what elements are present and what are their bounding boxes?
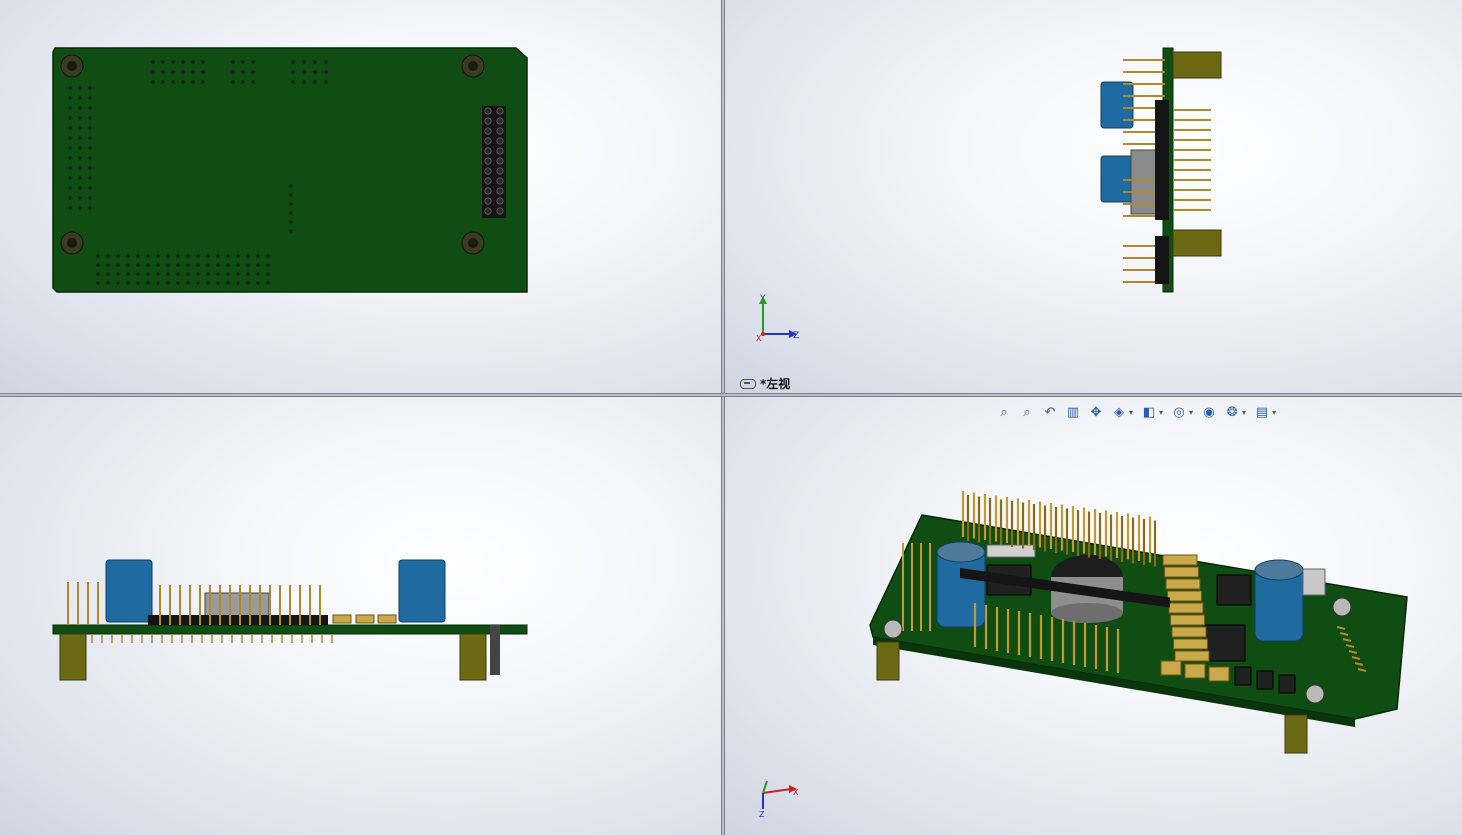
standoff-iso — [1284, 714, 1308, 754]
usb-connector-iso — [1302, 568, 1326, 596]
smd-part — [332, 614, 352, 624]
standoff-top — [1172, 51, 1222, 79]
standoff-right — [459, 633, 487, 681]
standoff-iso — [876, 641, 900, 681]
pcb-left-view-model[interactable] — [725, 0, 1462, 393]
pin-header-bottom — [482, 106, 506, 218]
capacitor-1 — [1100, 81, 1134, 129]
viewport-splitter-horizontal[interactable] — [0, 393, 1462, 397]
link-view-icon[interactable] — [740, 378, 756, 389]
pcb-board-bottom — [52, 47, 528, 293]
capacitor-left — [105, 559, 153, 623]
mounting-screw — [1332, 597, 1352, 617]
view-label: *左视 — [740, 375, 790, 392]
side-header — [490, 625, 500, 675]
view-label-text: *左视 — [760, 377, 791, 391]
ic-chip — [1216, 574, 1252, 606]
mounting-screw — [883, 619, 903, 639]
standoff-bottom — [1172, 229, 1222, 257]
pcb-bottom-view-model[interactable] — [0, 0, 721, 393]
standoff-left — [59, 633, 87, 681]
viewport-splitter-vertical[interactable] — [721, 0, 725, 835]
viewport-left-view[interactable]: *左视 Y Z X — [725, 0, 1462, 393]
pcb-board-side — [52, 624, 528, 635]
viewport-bottom-view[interactable] — [0, 0, 721, 393]
mounting-screw — [1305, 684, 1325, 704]
viewport-isometric-view[interactable]: ⌕ ⌕ ↶ ▥ ✥ ◈ ▾ ◧ ▾ ◎ ▾ ◉ ❂ ▾ ▤ ▾ X Z — [725, 397, 1462, 835]
pcb-isometric-model[interactable] — [725, 397, 1462, 835]
viewport-front-view[interactable] — [0, 397, 721, 835]
smd-part — [355, 614, 375, 624]
smd-part — [377, 614, 397, 624]
capacitor-right — [398, 559, 446, 623]
pcb-front-view-model[interactable] — [0, 397, 721, 835]
